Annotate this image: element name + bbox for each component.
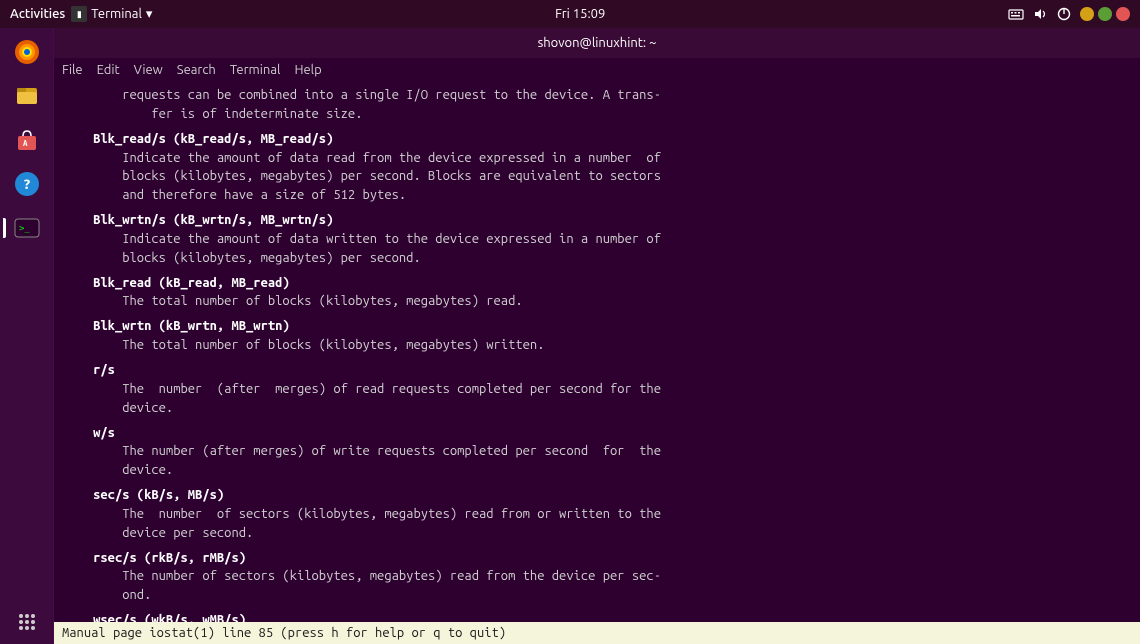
sidebar-icon-firefox[interactable] <box>7 32 47 72</box>
sidebar-icon-terminal[interactable]: >_ <box>7 208 47 248</box>
status-bar: Manual page iostat(1) line 85 (press h f… <box>54 622 1140 644</box>
maximize-button[interactable] <box>1098 7 1112 21</box>
terminal-line: Blk_read (kB_read, MB_read) <box>64 274 1130 293</box>
terminal-line: sec/s (kB/s, MB/s) <box>64 486 1130 505</box>
terminal-line: Blk_wrtn (kB_wrtn, MB_wrtn) <box>64 317 1130 336</box>
terminal-line: The number of sectors (kilobytes, megaby… <box>64 567 1130 586</box>
terminal-line: Blk_read/s (kB_read/s, MB_read/s) <box>64 130 1130 149</box>
terminal-line: Blk_wrtn/s (kB_wrtn/s, MB_wrtn/s) <box>64 211 1130 230</box>
close-button[interactable] <box>1116 7 1130 21</box>
sidebar-apps-grid[interactable] <box>13 606 41 638</box>
terminal-indicator[interactable]: ▮ Terminal ▾ <box>71 6 152 22</box>
power-icon <box>1056 6 1072 22</box>
terminal-window: shovon@linuxhint: ~ File Edit View Searc… <box>54 28 1140 644</box>
terminal-content[interactable]: requests can be combined into a single I… <box>54 82 1140 622</box>
terminal-indicator-label: Terminal <box>91 7 142 21</box>
terminal-small-icon: ▮ <box>71 6 87 22</box>
terminal-line: wsec/s (wkB/s, wMB/s) <box>64 611 1130 622</box>
terminal-line: The number of sectors (kilobytes, megaby… <box>64 505 1130 524</box>
terminal-menubar: File Edit View Search Terminal Help <box>54 58 1140 82</box>
terminal-line: fer is of indeterminate size. <box>64 105 1130 124</box>
status-text: Manual page iostat(1) line 85 (press h f… <box>62 626 506 640</box>
terminal-line: and therefore have a size of 512 bytes. <box>64 186 1130 205</box>
terminal-line: The total number of blocks (kilobytes, m… <box>64 336 1130 355</box>
terminal-line: blocks (kilobytes, megabytes) per second… <box>64 167 1130 186</box>
terminal-line: rsec/s (rkB/s, rMB/s) <box>64 549 1130 568</box>
minimize-button[interactable] <box>1080 7 1094 21</box>
terminal-line: device. <box>64 461 1130 480</box>
terminal-line: w/s <box>64 424 1130 443</box>
system-bar-left: Activities ▮ Terminal ▾ <box>10 6 152 22</box>
menu-terminal[interactable]: Terminal <box>230 63 281 77</box>
menu-view[interactable]: View <box>134 63 163 77</box>
sidebar-icon-files[interactable] <box>7 76 47 116</box>
terminal-line: Indicate the amount of data read from th… <box>64 149 1130 168</box>
terminal-titlebar: shovon@linuxhint: ~ <box>54 28 1140 58</box>
terminal-dropdown-arrow[interactable]: ▾ <box>146 7 153 22</box>
sidebar-icon-ubuntu-software[interactable]: A <box>7 120 47 160</box>
main-layout: A ? >_ <box>0 28 1140 644</box>
sidebar-icon-help[interactable]: ? <box>7 164 47 204</box>
menu-help[interactable]: Help <box>294 63 321 77</box>
terminal-line: Indicate the amount of data written to t… <box>64 230 1130 249</box>
terminal-line: The number (after merges) of read reques… <box>64 380 1130 399</box>
volume-icon <box>1032 6 1048 22</box>
activities-label[interactable]: Activities <box>10 7 65 21</box>
svg-text:>_: >_ <box>19 224 30 234</box>
menu-file[interactable]: File <box>62 63 83 77</box>
terminal-line: The total number of blocks (kilobytes, m… <box>64 292 1130 311</box>
terminal-line: blocks (kilobytes, megabytes) per second… <box>64 249 1130 268</box>
svg-text:?: ? <box>23 176 31 192</box>
menu-search[interactable]: Search <box>177 63 216 77</box>
system-bar-right <box>1008 6 1130 22</box>
sidebar: A ? >_ <box>0 28 54 644</box>
terminal-line: requests can be combined into a single I… <box>64 86 1130 105</box>
keyboard-icon <box>1008 6 1024 22</box>
terminal-line: ond. <box>64 586 1130 605</box>
terminal-line: The number (after merges) of write reque… <box>64 442 1130 461</box>
system-bar: Activities ▮ Terminal ▾ Fri 15:09 <box>0 0 1140 28</box>
terminal-line: device. <box>64 399 1130 418</box>
system-bar-datetime: Fri 15:09 <box>555 7 605 21</box>
window-controls <box>1080 7 1130 21</box>
terminal-line: device per second. <box>64 524 1130 543</box>
terminal-title: shovon@linuxhint: ~ <box>538 36 657 50</box>
terminal-line: r/s <box>64 361 1130 380</box>
menu-edit[interactable]: Edit <box>97 63 120 77</box>
svg-text:A: A <box>23 139 28 148</box>
